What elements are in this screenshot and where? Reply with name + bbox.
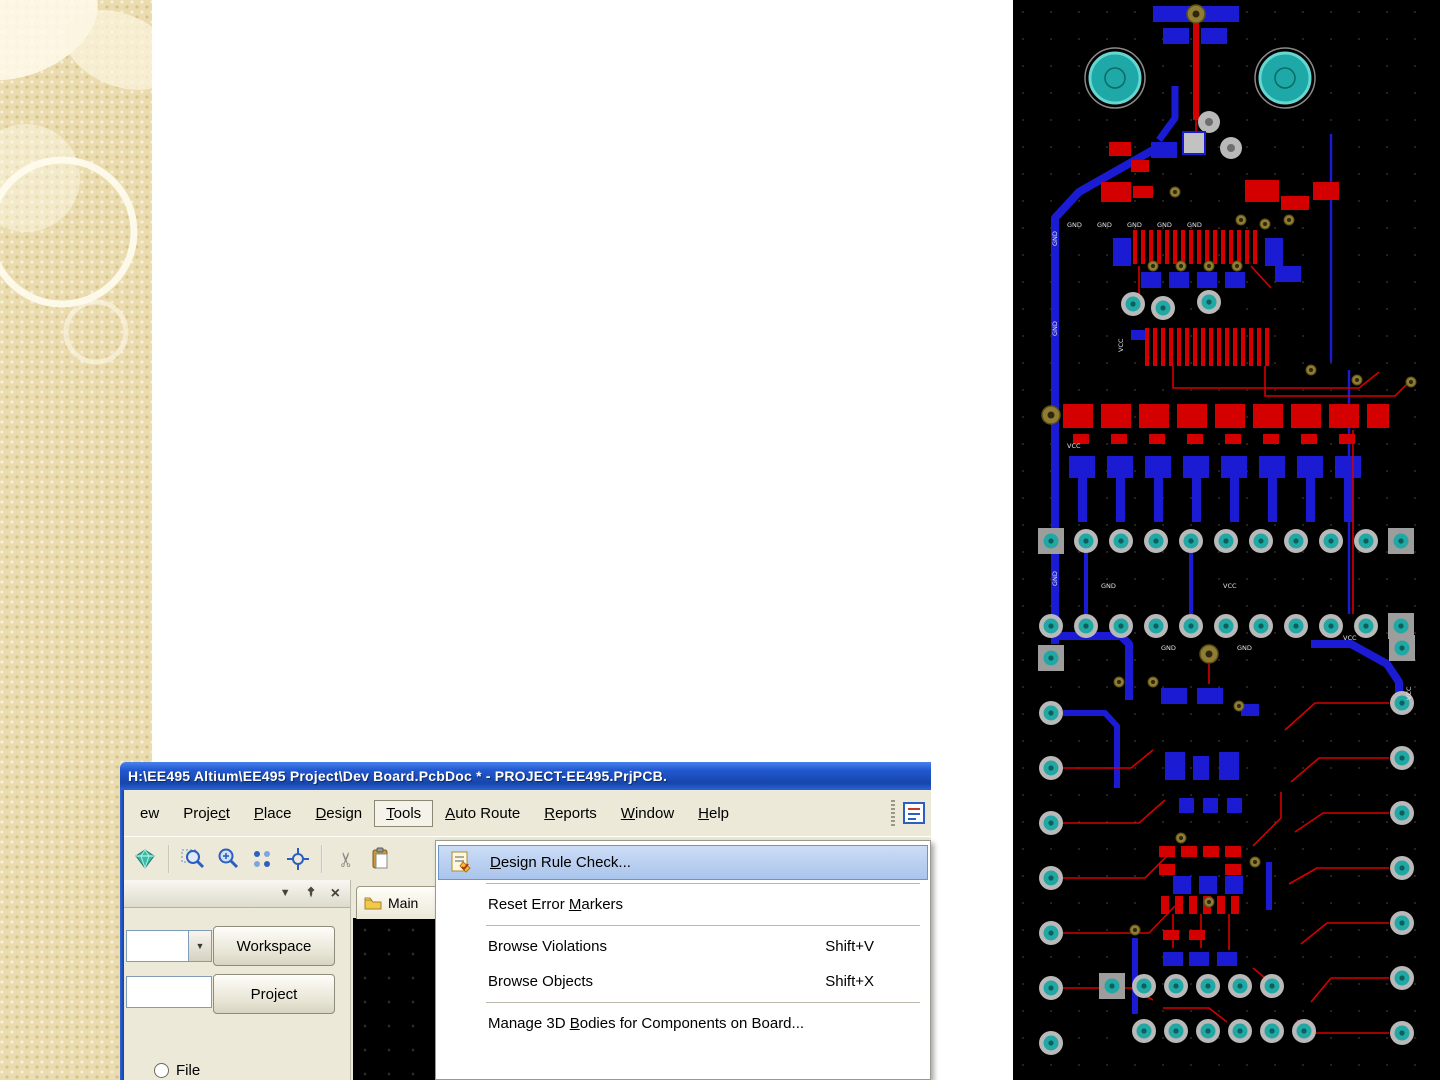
net-label: VCC — [1343, 634, 1357, 642]
net-label: GND — [1101, 582, 1116, 590]
menu-window[interactable]: Window — [609, 800, 686, 827]
zoom-area-icon[interactable] — [178, 844, 208, 874]
menu-reports[interactable]: Reports — [532, 800, 609, 827]
window-titlebar[interactable]: H:\EE495 Altium\EE495 Project\Dev Board.… — [120, 762, 931, 790]
net-label: GND — [1161, 644, 1176, 652]
toolbar-separator — [168, 845, 170, 873]
menu-item-label: Browse Violations — [488, 938, 607, 955]
workspace-combobox[interactable]: ▼ — [126, 930, 212, 962]
panel-close-icon[interactable]: × — [331, 885, 340, 902]
toolbar-separator — [321, 845, 323, 873]
menu-separator — [486, 925, 920, 926]
menu-bar: ew Project Place Design Tools Auto Route… — [124, 790, 931, 836]
window-title: H:\EE495 Altium\EE495 Project\Dev Board.… — [128, 768, 668, 784]
combobox-arrow-icon[interactable]: ▼ — [188, 931, 211, 961]
workspace-combobox-field[interactable] — [127, 931, 188, 961]
decorative-circles — [0, 0, 176, 365]
project-combobox-field[interactable] — [126, 976, 212, 1008]
net-label: GND — [1187, 221, 1202, 229]
menu-auto-route[interactable]: Auto Route — [433, 800, 532, 827]
menubar-right-icons — [891, 800, 931, 826]
file-view-label: File — [176, 1062, 201, 1079]
radio-icon — [154, 1063, 169, 1078]
crosshair-icon[interactable] — [283, 844, 313, 874]
presentation-slide: H:\EE495 Altium\EE495 Project\Dev Board.… — [0, 0, 1440, 1080]
file-view-option[interactable]: File — [154, 1062, 200, 1079]
menu-item-browse-objects[interactable]: Browse Objects Shift+X — [436, 964, 930, 999]
menu-design[interactable]: Design — [303, 800, 374, 827]
select-objects-icon[interactable] — [248, 844, 278, 874]
menu-view-clipped[interactable]: ew — [128, 800, 171, 827]
menu-item-design-rule-check[interactable]: Design Rule Check... — [438, 845, 928, 880]
projects-panel-header: ▼ × — [124, 880, 350, 908]
menu-item-reset-error-markers[interactable]: Reset Error Markers — [436, 887, 930, 922]
menu-item-label: Reset Error Markers — [488, 896, 624, 913]
net-label: GND — [1127, 221, 1142, 229]
gem-icon[interactable] — [130, 844, 160, 874]
menu-item-shortcut: Shift+X — [825, 973, 874, 990]
design-rule-check-icon — [448, 850, 472, 874]
menu-item-browse-violations[interactable]: Browse Violations Shift+V — [436, 929, 930, 964]
tools-menu: Design Rule Check... Reset Error Markers… — [435, 840, 931, 1080]
menu-item-manage-3d-bodies[interactable]: Manage 3D Bodies for Components on Board… — [436, 1006, 930, 1041]
net-label: GND — [1051, 231, 1059, 246]
menu-separator — [486, 1002, 920, 1003]
cut-icon[interactable]: ✂ — [331, 844, 361, 874]
document-tab-label: Main — [388, 895, 419, 911]
menu-tools[interactable]: Tools — [374, 799, 434, 827]
menu-item-label: Manage 3D Bodies for Components on Board… — [488, 1015, 805, 1032]
panel-pin-icon[interactable] — [305, 886, 317, 901]
net-label: VCC — [1405, 686, 1413, 700]
zoom-fit-icon[interactable] — [213, 844, 243, 874]
net-label: VCC — [1117, 338, 1125, 352]
menu-place[interactable]: Place — [242, 800, 304, 827]
project-button[interactable]: Project — [213, 974, 335, 1014]
net-label: VCC — [1067, 442, 1081, 450]
panel-dropdown-arrow-icon[interactable]: ▼ — [280, 888, 291, 899]
net-label: GND — [1051, 321, 1059, 336]
net-label: GND — [1067, 221, 1082, 229]
folder-icon — [364, 897, 382, 910]
net-label: GND — [1097, 221, 1112, 229]
board-document-icon[interactable] — [901, 800, 927, 826]
altium-window: H:\EE495 Altium\EE495 Project\Dev Board.… — [120, 762, 931, 1080]
pcb-layout-image: GND GND GND GND GND GND GND GND VCC VCC … — [1013, 0, 1440, 1080]
net-label: VCC — [1223, 582, 1237, 590]
net-label: GND — [1157, 221, 1172, 229]
menu-item-label: Browse Objects — [488, 973, 594, 990]
paste-icon[interactable] — [366, 844, 396, 874]
net-label: GND — [1051, 571, 1059, 586]
pcb-artwork: GND GND GND GND GND GND GND GND VCC VCC … — [1013, 0, 1440, 1080]
panel-divider — [350, 880, 352, 1080]
menu-item-shortcut: Shift+V — [825, 938, 874, 955]
menu-separator — [486, 883, 920, 884]
toolbar-drag-handle[interactable] — [891, 800, 895, 826]
menu-help[interactable]: Help — [686, 800, 741, 827]
menu-item-label: Design Rule Check... — [490, 854, 631, 871]
net-label: GND — [1237, 644, 1252, 652]
workspace-button[interactable]: Workspace — [213, 926, 335, 966]
menu-project[interactable]: Project — [171, 800, 242, 827]
